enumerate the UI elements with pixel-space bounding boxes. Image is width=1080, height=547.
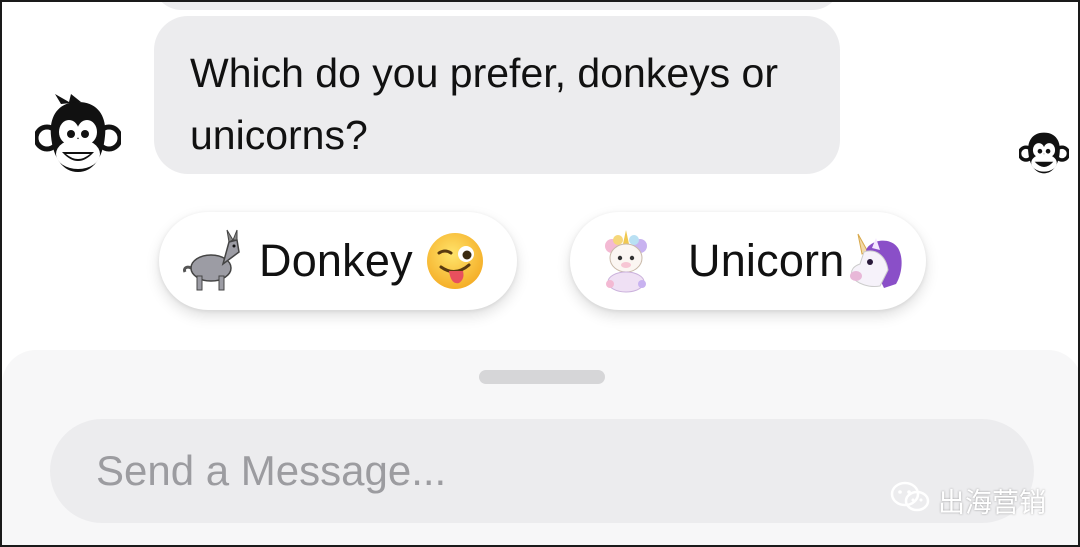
unicorn-picture-icon — [596, 228, 662, 294]
unicorn-face-icon — [846, 230, 908, 292]
winking-tongue-face-icon — [425, 231, 485, 291]
watermark: 出海营销 — [890, 480, 1046, 521]
drag-handle[interactable] — [479, 370, 605, 384]
bot-message-bubble: Which do you prefer, donkeys or unicorns… — [154, 16, 840, 174]
message-input-placeholder: Send a Message... — [96, 447, 447, 494]
bot-avatar-monkey-small-icon — [1019, 128, 1069, 178]
donkey-label: Donkey — [259, 235, 413, 286]
bot-avatar-monkey-icon — [35, 94, 121, 180]
wechat-icon — [890, 480, 938, 521]
quick-reply-donkey-button[interactable]: Donkey — [159, 212, 517, 310]
chat-window: Which do you prefer, donkeys or unicorns… — [0, 0, 1080, 547]
donkey-picture-icon — [179, 228, 245, 294]
watermark-text: 出海营销 — [938, 488, 1046, 518]
previous-message-bubble — [152, 2, 842, 10]
message-input[interactable]: Send a Message... — [50, 419, 1034, 523]
quick-reply-unicorn-button[interactable]: Unicorn — [570, 212, 926, 310]
unicorn-label: Unicorn — [688, 235, 845, 286]
bot-message-text: Which do you prefer, donkeys or unicorns… — [190, 50, 778, 158]
